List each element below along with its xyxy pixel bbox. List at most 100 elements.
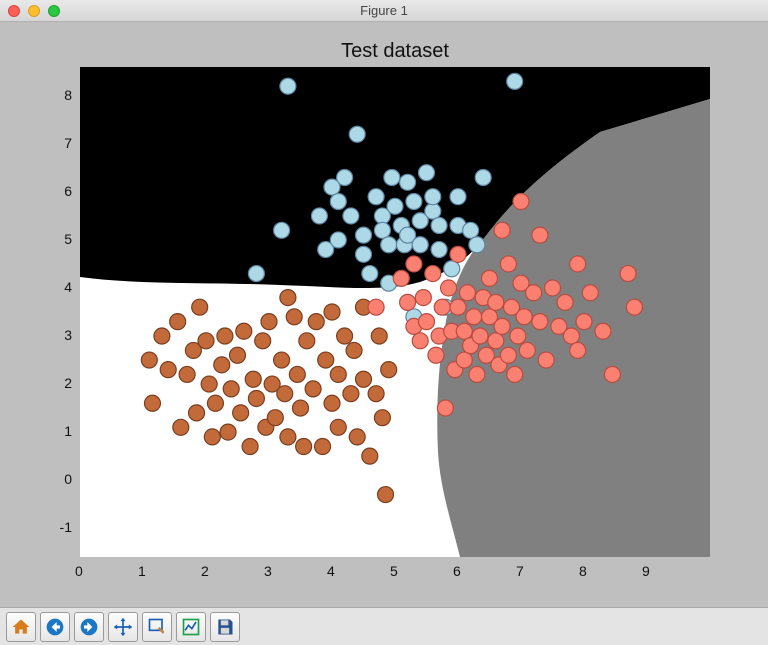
window-titlebar: Figure 1 <box>0 0 768 22</box>
scatter-point <box>330 419 346 435</box>
scatter-point <box>444 261 460 277</box>
scatter-point <box>346 342 362 358</box>
x-tick: 6 <box>453 563 461 579</box>
scatter-point <box>582 285 598 301</box>
scatter-point <box>563 328 579 344</box>
scatter-point <box>324 395 340 411</box>
y-tick: 7 <box>64 135 72 151</box>
scatter-point <box>526 285 542 301</box>
scatter-point <box>368 299 384 315</box>
scatter-point <box>179 366 195 382</box>
y-tick: 4 <box>64 279 72 295</box>
y-tick: 3 <box>64 327 72 343</box>
scatter-point <box>204 429 220 445</box>
scatter-point <box>450 246 466 262</box>
scatter-point <box>324 179 340 195</box>
y-tick: 6 <box>64 183 72 199</box>
figure-canvas: Test dataset -1012345678 0123456789 <box>0 22 768 607</box>
scatter-point <box>255 333 271 349</box>
y-tick: -1 <box>60 519 72 535</box>
scatter-point <box>374 222 390 238</box>
scatter-point <box>248 266 264 282</box>
scatter-point <box>144 395 160 411</box>
scatter-point <box>274 222 290 238</box>
subplots-icon <box>181 617 201 637</box>
scatter-point <box>406 256 422 272</box>
scatter-point <box>425 266 441 282</box>
floppy-icon <box>215 617 235 637</box>
scatter-point <box>289 366 305 382</box>
scatter-point <box>434 299 450 315</box>
scatter-point <box>343 208 359 224</box>
scatter-point <box>406 194 422 210</box>
window-title: Figure 1 <box>0 3 768 18</box>
scatter-point <box>381 362 397 378</box>
scatter-point <box>456 352 472 368</box>
scatter-point <box>160 362 176 378</box>
left-arrow-icon <box>45 617 65 637</box>
scatter-point <box>431 242 447 258</box>
scatter-point <box>242 439 258 455</box>
save-button[interactable] <box>210 612 240 642</box>
zoom-button[interactable] <box>142 612 172 642</box>
scatter-point <box>532 314 548 330</box>
y-tick: 2 <box>64 375 72 391</box>
scatter-point <box>315 439 331 455</box>
scatter-point <box>595 323 611 339</box>
scatter-point <box>349 429 365 445</box>
home-button[interactable] <box>6 612 36 642</box>
scatter-point <box>230 347 246 363</box>
scatter-point <box>198 333 214 349</box>
scatter-point <box>400 174 416 190</box>
back-button[interactable] <box>40 612 70 642</box>
subplots-button[interactable] <box>176 612 206 642</box>
scatter-point <box>532 227 548 243</box>
scatter-point <box>626 299 642 315</box>
scatter-point <box>450 189 466 205</box>
scatter-point <box>441 280 457 296</box>
home-icon <box>11 617 31 637</box>
scatter-point <box>371 328 387 344</box>
forward-button[interactable] <box>74 612 104 642</box>
scatter-point <box>538 352 554 368</box>
scatter-point <box>412 333 428 349</box>
scatter-point <box>393 270 409 286</box>
scatter-point <box>324 304 340 320</box>
scatter-point <box>450 299 466 315</box>
scatter-point <box>261 314 277 330</box>
scatter-point <box>280 290 296 306</box>
scatter-point <box>286 309 302 325</box>
scatter-point <box>277 386 293 402</box>
plot-area[interactable] <box>80 67 710 557</box>
scatter-point <box>494 222 510 238</box>
scatter-point <box>296 439 312 455</box>
scatter-point <box>545 280 561 296</box>
scatter-point <box>220 424 236 440</box>
x-tick: 9 <box>642 563 650 579</box>
scatter-point <box>500 256 516 272</box>
x-tick: 8 <box>579 563 587 579</box>
scatter-point <box>604 366 620 382</box>
scatter-point <box>466 309 482 325</box>
move-icon <box>113 617 133 637</box>
scatter-point <box>400 294 416 310</box>
scatter-point <box>274 352 290 368</box>
scatter-point <box>425 189 441 205</box>
x-tick: 7 <box>516 563 524 579</box>
chart-title: Test dataset <box>80 40 710 63</box>
scatter-point <box>293 400 309 416</box>
right-arrow-icon <box>79 617 99 637</box>
scatter-point <box>472 328 488 344</box>
scatter-point <box>330 366 346 382</box>
pan-button[interactable] <box>108 612 138 642</box>
scatter-point <box>368 189 384 205</box>
scatter-point <box>223 381 239 397</box>
scatter-point <box>507 73 523 89</box>
matplotlib-toolbar <box>0 607 768 645</box>
scatter-point <box>437 400 453 416</box>
scatter-point <box>494 318 510 334</box>
scatter-point <box>343 386 359 402</box>
scatter-point <box>207 395 223 411</box>
scatter-point <box>387 198 403 214</box>
scatter-point <box>362 448 378 464</box>
